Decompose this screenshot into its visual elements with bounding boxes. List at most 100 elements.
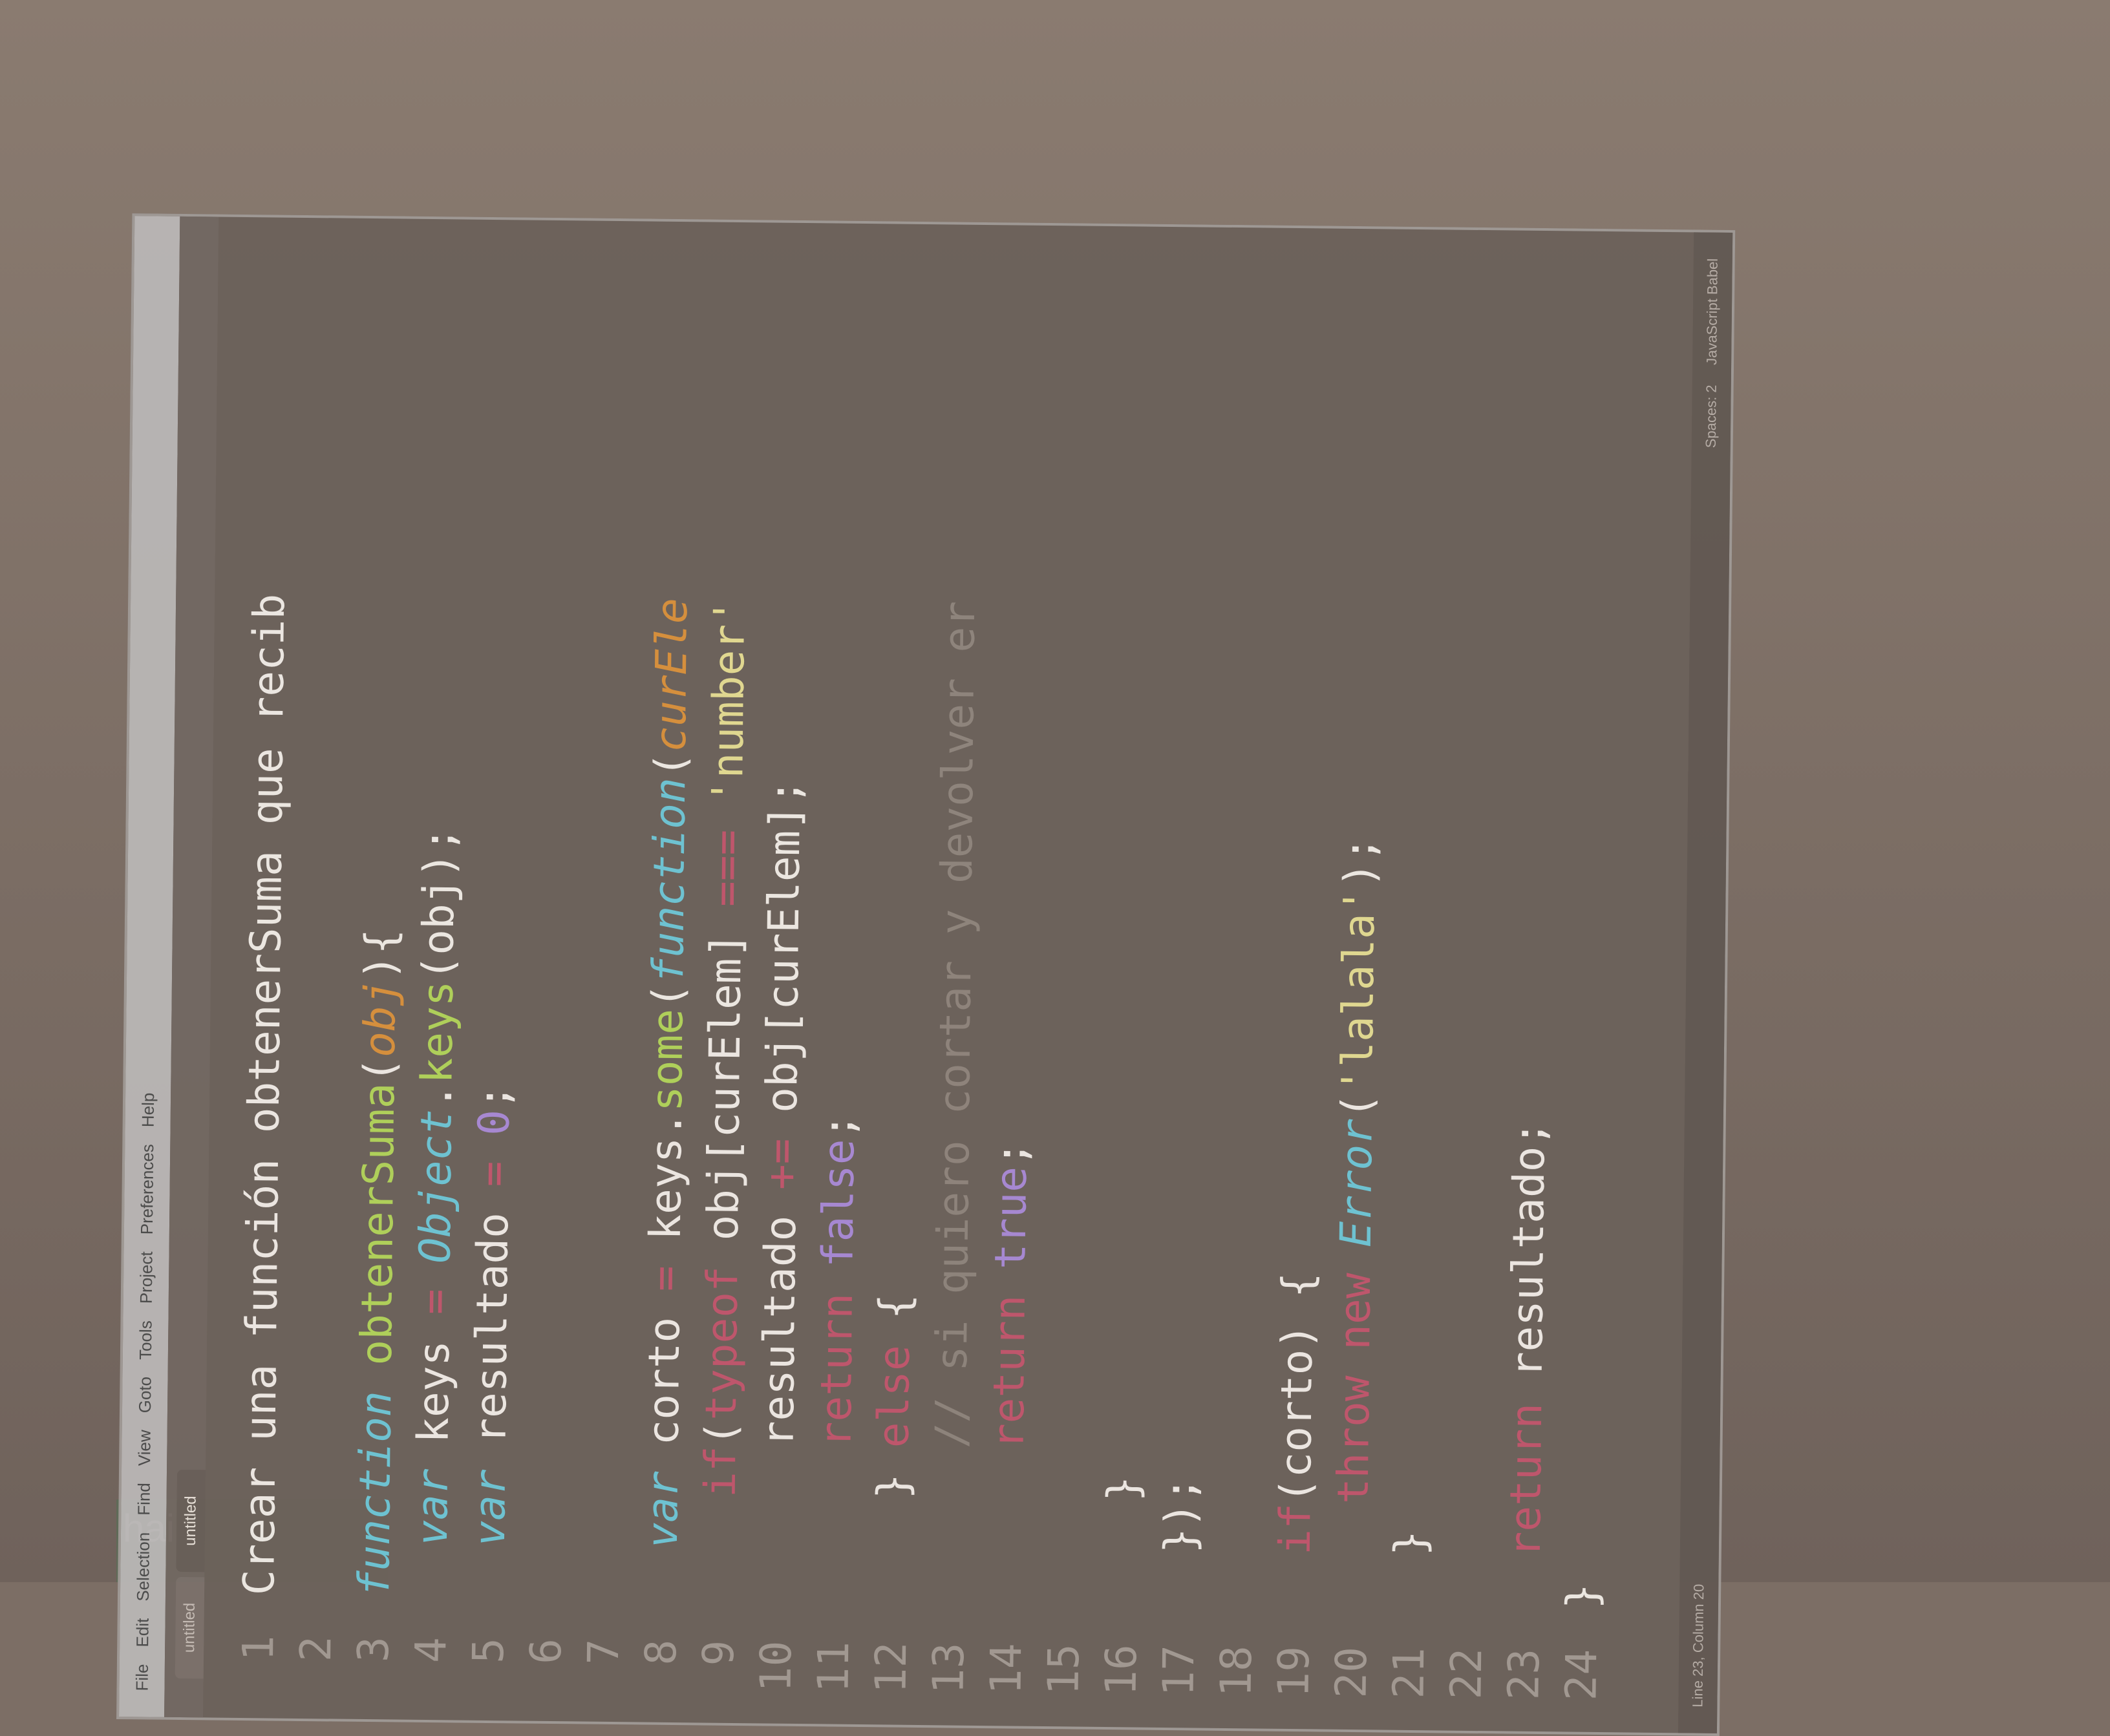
code-token: obj — [354, 980, 405, 1058]
code-token: += — [756, 1138, 807, 1191]
code-token: function — [643, 777, 696, 984]
line-number: 20 — [1326, 1646, 1377, 1699]
code-token: { — [869, 1293, 920, 1346]
code-token: obj[curElem]; — [756, 778, 811, 1139]
code-editor[interactable]: 1 2 3 4 5 6 7 8 9 10 11 12 13 14 15 16 17 18 19 20 21 22 23 24 … — [203, 217, 1694, 1733]
code-token: typeof — [696, 1265, 748, 1421]
line-number-gutter: 1 2 3 4 5 6 7 8 9 10 11 12 13 14 15 16 17 18 19 20 21 22 23 24 — [203, 1620, 1679, 1733]
tab-2[interactable]: untitled — [176, 1470, 206, 1572]
menu-item-file[interactable]: File — [132, 1664, 152, 1691]
code-token: ( — [354, 1057, 405, 1083]
code-area[interactable]: Crear una función obtenerSuma que recib f… — [204, 217, 1694, 1636]
menu-item-tools[interactable]: Tools — [135, 1320, 156, 1360]
code-token: = — [468, 1161, 519, 1187]
code-token: . — [411, 1083, 462, 1110]
line-number: 16 — [1096, 1644, 1147, 1697]
syntax-mode[interactable]: JavaScript Babel — [1703, 259, 1721, 365]
code-token: var — [407, 1468, 458, 1547]
code-token: 'number' — [702, 598, 755, 805]
menu-item-view[interactable]: View — [134, 1430, 155, 1466]
line-number: 1 — [233, 1635, 284, 1662]
menu-item-find[interactable]: Find — [134, 1483, 155, 1516]
code-token: Error — [1330, 1118, 1382, 1248]
code-token: Object — [410, 1108, 462, 1264]
line-number: 21 — [1383, 1647, 1434, 1699]
code-token: Crear una función obtenerSuma que recib — [234, 593, 295, 1596]
line-number: 17 — [1153, 1644, 1204, 1697]
code-token: 0 — [469, 1109, 519, 1136]
code-token: resultado — [751, 1189, 806, 1602]
code-token: ( — [1332, 1092, 1383, 1119]
code-token: }); — [1154, 1476, 1206, 1605]
code-token: function — [349, 1365, 401, 1597]
menu-item-edit[interactable]: Edit — [133, 1618, 153, 1647]
code-token: } — [1096, 1476, 1149, 1605]
code-token: if — [1270, 1503, 1321, 1555]
code-token: ; — [986, 1140, 1037, 1167]
code-token: obj[curElem] — [698, 906, 752, 1267]
line-number: 15 — [1038, 1643, 1089, 1696]
code-token: ( — [645, 752, 696, 778]
line-number: 10 — [751, 1640, 802, 1693]
code-token: throw — [1328, 1375, 1380, 1505]
code-token: resultado — [465, 1186, 518, 1470]
cursor-position: Line 23, Column 20 — [1689, 1583, 1707, 1708]
menu-item-goto[interactable]: Goto — [134, 1377, 155, 1413]
code-token: corto — [638, 1291, 690, 1472]
code-token: ; — [814, 1113, 864, 1139]
menu-item-preferences[interactable]: Preferences — [136, 1144, 157, 1235]
line-number: 14 — [981, 1643, 1032, 1695]
menu-item-selection[interactable]: Selection — [133, 1532, 153, 1602]
code-token: return — [983, 1295, 1035, 1450]
line-number: 5 — [463, 1637, 514, 1664]
code-token: ){ — [355, 928, 406, 980]
code-token: true — [985, 1166, 1037, 1270]
code-token: (obj); — [412, 826, 465, 981]
code-token: === — [701, 829, 752, 907]
code-token: some — [641, 1008, 693, 1112]
code-token: keys — [408, 1314, 460, 1469]
code-token: keys — [412, 980, 463, 1084]
menu-item-help[interactable]: Help — [138, 1092, 158, 1127]
code-token: ); — [1334, 836, 1385, 888]
line-number: 2 — [290, 1635, 341, 1662]
code-token: ( — [696, 1420, 746, 1446]
line-number: 19 — [1268, 1646, 1319, 1698]
code-token: resultado; — [1502, 1120, 1555, 1404]
code-token: ( — [643, 982, 693, 1010]
code-token: 'lalala' — [1332, 887, 1385, 1094]
line-number: 12 — [866, 1642, 917, 1694]
code-token: false — [813, 1138, 864, 1268]
indentation-setting[interactable]: Spaces: 2 — [1703, 385, 1720, 448]
code-token: } — [1557, 1583, 1608, 1610]
code-token: curEle — [645, 597, 698, 752]
editor-window: File Edit Selection Find View Goto Tools Projec… — [116, 213, 1736, 1736]
code-token: ; — [469, 1083, 520, 1110]
line-number: 11 — [808, 1641, 859, 1693]
code-token: if — [695, 1445, 746, 1498]
code-token: // si quiero cortar y devolver er — [926, 600, 985, 1449]
line-number: 23 — [1498, 1648, 1550, 1700]
code-token: return — [811, 1293, 862, 1448]
line-number: 6 — [520, 1638, 571, 1665]
line-number: 18 — [1211, 1645, 1262, 1698]
line-number: 4 — [405, 1636, 456, 1664]
line-number: 8 — [635, 1639, 687, 1666]
tab-1[interactable]: untitled — [175, 1576, 205, 1679]
line-number: 3 — [348, 1636, 399, 1663]
code-token: (corto) { — [1270, 1272, 1323, 1504]
menu-item-project[interactable]: Project — [136, 1251, 156, 1304]
